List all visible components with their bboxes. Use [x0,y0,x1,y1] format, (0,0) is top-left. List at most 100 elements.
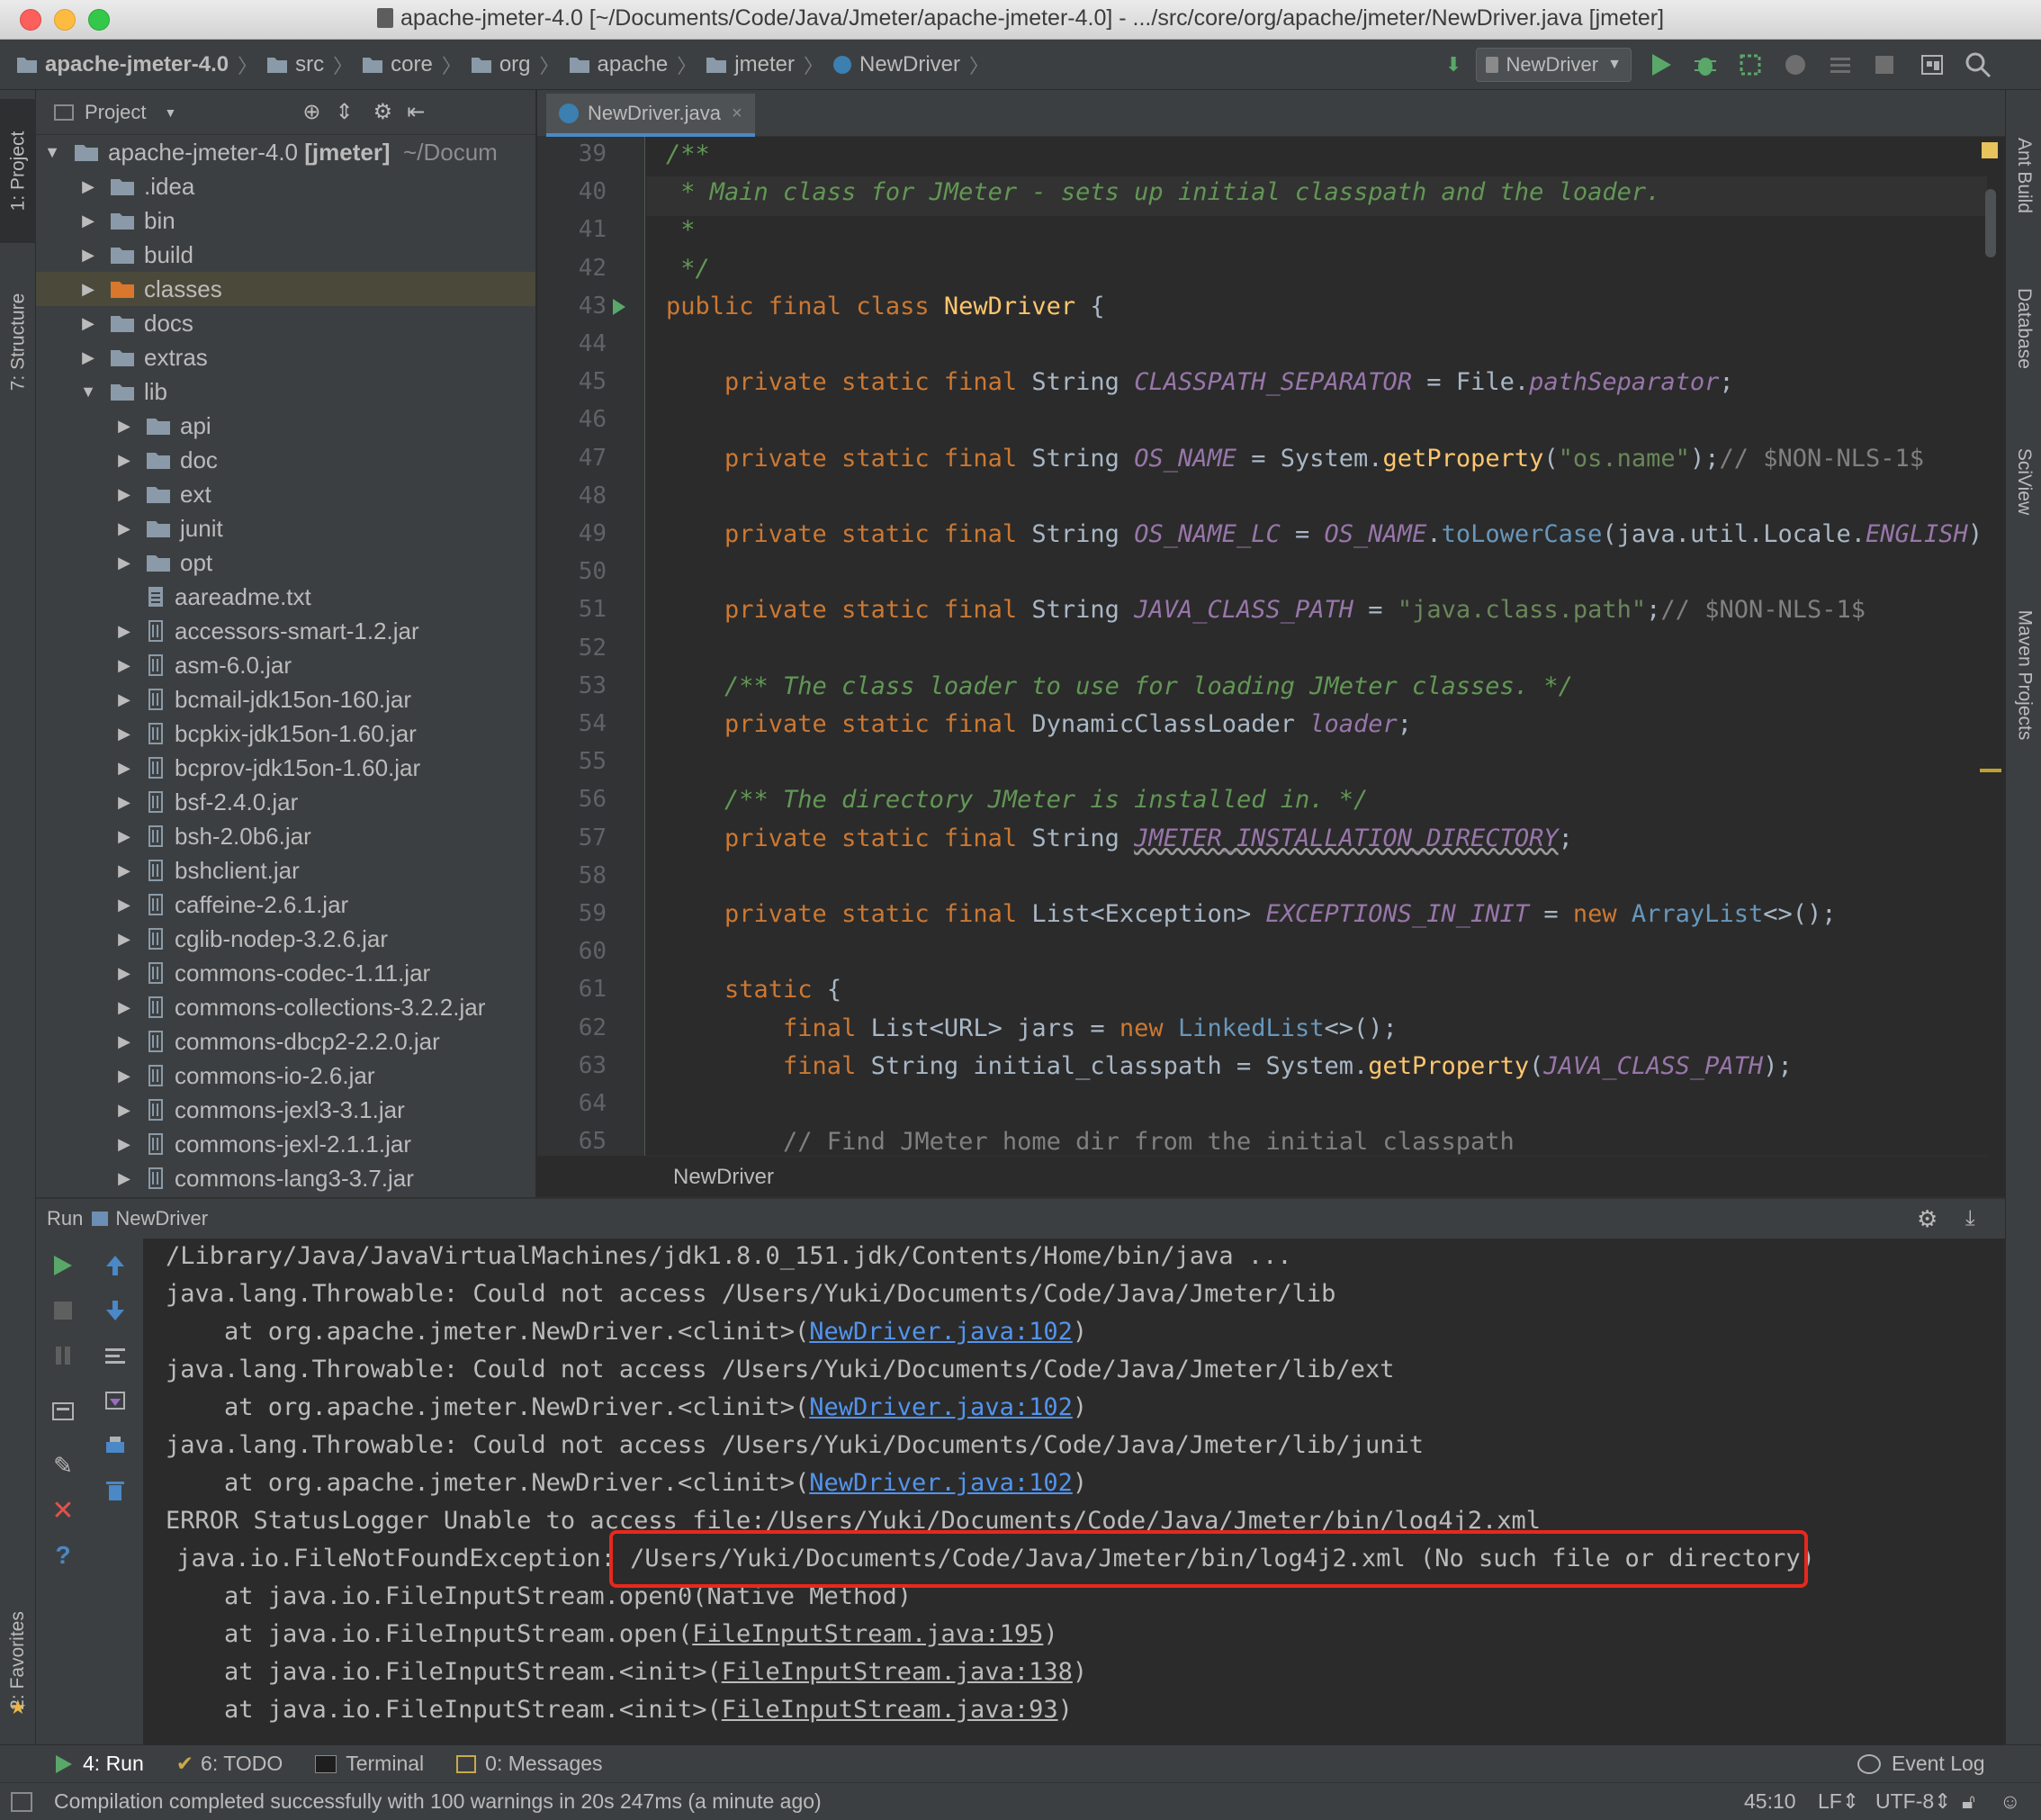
inspector-icon[interactable]: ☺︎ [2000,1789,2020,1814]
dump-threads-icon[interactable] [49,1397,77,1426]
project-view-select[interactable]: Project [85,101,146,124]
chevron-right-icon[interactable]: ▶ [115,998,133,1017]
tree-item[interactable]: ▶ caffeine-2.6.1.jar [36,887,535,922]
chevron-right-icon[interactable]: ▶ [115,656,133,675]
arrow-up-icon[interactable] [101,1251,130,1280]
tree-item[interactable]: ▶ classes [36,272,535,306]
line-separator[interactable]: LF⇕ [1818,1789,1859,1814]
tab-structure[interactable]: 7: Structure [0,261,36,423]
tree-item[interactable]: ▶ bcprov-jdk15on-1.60.jar [36,751,535,785]
gear-icon[interactable]: ⚙ [373,99,393,125]
tab-newdriver-java[interactable]: NewDriver.java × [546,94,755,137]
tree-item[interactable]: ▶ commons-lang3-3.7.jar [36,1161,535,1195]
tool-todo[interactable]: ✔ 6: TODO [176,1752,283,1776]
tree-item[interactable]: ▶ docs [36,306,535,340]
step-icon[interactable] [1828,52,1853,77]
debug-icon[interactable] [1693,52,1718,77]
editor-scrollbar[interactable] [1985,189,1996,257]
rerun-icon[interactable] [49,1251,77,1280]
chevron-right-icon[interactable]: ▶ [79,314,97,333]
chevron-right-icon[interactable]: ▶ [115,1135,133,1154]
tree-item[interactable]: ▶ junit [36,511,535,545]
collapse-all-icon[interactable]: ⇕ [335,99,353,125]
chevron-right-icon[interactable]: ▶ [115,690,133,709]
stacktrace-link[interactable]: FileInputStream.java:138 [722,1658,1073,1686]
print-icon[interactable] [101,1431,130,1460]
tree-item[interactable]: ▶ bcmail-jdk15on-160.jar [36,682,535,716]
breadcrumb-item[interactable]: apache 〉 [569,50,697,79]
tree-item[interactable]: ▶ commons-dbcp2-2.2.0.jar [36,1024,535,1059]
chevron-right-icon[interactable]: ▶ [115,725,133,743]
help-icon[interactable]: ? [49,1541,77,1570]
toggle-panels-icon[interactable] [11,1791,32,1812]
chevron-down-icon[interactable]: ▼ [164,105,176,120]
caret-position[interactable]: 45:10 [1744,1789,1796,1814]
chevron-right-icon[interactable]: ▶ [79,246,97,265]
tab-favorites[interactable]: 2: Favorites [0,1575,36,1746]
tree-item[interactable]: ▶ cglib-nodep-3.2.6.jar [36,922,535,956]
soft-wrap-icon[interactable] [101,1341,130,1370]
breadcrumb-item[interactable]: src 〉 [266,50,353,79]
gear-icon[interactable]: ⚙ [1917,1205,1938,1233]
chevron-down-icon[interactable]: ▼ [43,143,61,162]
close-icon[interactable]: × [732,104,742,124]
breadcrumb-item[interactable]: NewDriver [673,1165,774,1190]
tree-item[interactable]: ▶ commons-collections-3.2.2.jar [36,990,535,1024]
tool-run[interactable]: 4: Run [54,1752,144,1776]
chevron-right-icon[interactable]: ▶ [115,896,133,915]
chevron-right-icon[interactable]: ▶ [115,485,133,504]
tool-terminal[interactable]: Terminal [315,1752,424,1776]
chevron-right-icon[interactable]: ▶ [115,554,133,572]
chevron-right-icon[interactable]: ▶ [115,964,133,983]
stacktrace-link[interactable]: NewDriver.java:102 [809,1393,1073,1421]
breadcrumb-item[interactable]: apache-jmeter-4.0 〉 [16,50,257,79]
tree-item[interactable]: ▶ bshclient.jar [36,853,535,887]
chevron-right-icon[interactable]: ▶ [79,280,97,299]
breadcrumb-item[interactable]: org 〉 [471,50,560,79]
tree-item[interactable]: ▶ bsh-2.0b6.jar [36,819,535,853]
chevron-right-icon[interactable]: ▶ [79,177,97,196]
tree-item[interactable]: ▶ build [36,238,535,272]
build-icon[interactable]: ⬇ [1445,53,1461,77]
chevron-right-icon[interactable]: ▶ [115,793,133,812]
inspection-status-icon[interactable] [1982,142,1998,158]
stacktrace-link[interactable]: NewDriver.java:102 [809,1318,1073,1346]
search-icon[interactable] [1965,51,1992,78]
tab-ant-build[interactable]: Ant Build [2006,108,2041,243]
stacktrace-link[interactable]: NewDriver.java:102 [809,1469,1073,1497]
tree-item[interactable]: ▶ opt [36,545,535,580]
tree-root[interactable]: ▼ apache-jmeter-4.0 [jmeter] ~/Docum [36,135,535,169]
tree-item[interactable]: ▶ doc [36,443,535,477]
stop-icon[interactable] [1873,53,1896,77]
chevron-right-icon[interactable]: ▶ [115,451,133,470]
tree-item[interactable]: ▶ ext [36,477,535,511]
chevron-right-icon[interactable]: ▶ [115,1169,133,1188]
arrow-down-icon[interactable] [101,1296,130,1325]
tool-event-log[interactable]: Event Log [1857,1752,1985,1776]
tab-database[interactable]: Database [2006,261,2041,396]
close-icon[interactable]: ✕ [49,1496,77,1526]
tree-item[interactable]: ▶ bsf-2.4.0.jar [36,785,535,819]
tree-item[interactable]: ▼ lib [36,374,535,409]
lock-icon[interactable]: 🔓︎ [1962,1789,1975,1814]
stop-icon[interactable] [49,1296,77,1325]
tree-item[interactable]: aareadme.txt [36,580,535,614]
stacktrace-link[interactable]: FileInputStream.java:93 [722,1696,1058,1724]
chevron-right-icon[interactable]: ▶ [115,1067,133,1086]
tree-item[interactable]: ▶ .idea [36,169,535,203]
tree-item[interactable]: ▶ api [36,409,535,443]
profile-icon[interactable] [1783,52,1808,77]
chevron-right-icon[interactable]: ▶ [115,827,133,846]
run-config-select[interactable]: NewDriver ▼ [1476,48,1632,82]
coverage-icon[interactable] [1738,52,1763,77]
chevron-right-icon[interactable]: ▶ [79,212,97,230]
chevron-right-icon[interactable]: ▶ [115,417,133,436]
tree-item[interactable]: ▶ commons-io-2.6.jar [36,1059,535,1093]
tree-item[interactable]: ▶ commons-jexl3-3.1.jar [36,1093,535,1127]
file-encoding[interactable]: UTF-8⇕ [1875,1789,1951,1814]
hide-panel-icon[interactable]: ⇤ [407,99,425,125]
scroll-to-end-icon[interactable] [101,1386,130,1415]
chevron-right-icon[interactable]: ▶ [115,759,133,778]
tab-sciview[interactable]: SciView [2006,414,2041,549]
run-config-name[interactable]: NewDriver [115,1207,208,1230]
